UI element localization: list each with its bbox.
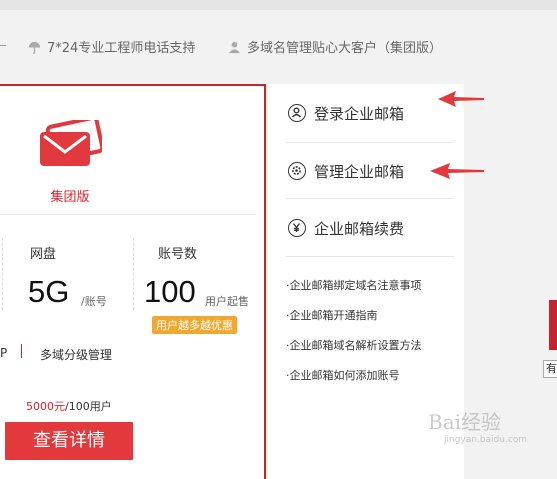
watermark-main: Bai经验 [428, 410, 502, 434]
support-text: 7*24专业工程师电话支持 [47, 41, 196, 56]
partial-button[interactable]: 有 [543, 360, 557, 378]
vip-item[interactable]: 多域名管理贴心大客户（集团版） [228, 37, 442, 56]
divider [286, 142, 454, 143]
divider [286, 198, 454, 199]
gear-icon [288, 162, 306, 180]
watermark-sub: jingyan.baidu.com [444, 435, 528, 445]
divider [2, 238, 3, 310]
menu-item-manage[interactable]: 管理企业邮箱 [288, 161, 404, 182]
support-item[interactable]: 7*24专业工程师电话支持 [28, 37, 195, 56]
menu-item-renew[interactable]: 企业邮箱续费 [288, 218, 404, 239]
disk-value: 5G [28, 274, 70, 309]
vip-text: 多域名管理贴心大客户（集团版） [247, 41, 443, 56]
help-link[interactable]: ·企业邮箱如何添加账号 [286, 367, 400, 383]
menu-label: 管理企业邮箱 [314, 163, 405, 181]
top-bar: 7*24专业工程师电话支持 多域名管理贴心大客户（集团版） [0, 10, 557, 82]
divider [21, 344, 22, 358]
person-icon [228, 41, 241, 54]
accounts-unit: 用户起售 [205, 295, 249, 308]
disk-unit: /账号 [81, 295, 107, 308]
product-card: 集团版 网盘 5G /账号 账号数 100 用户起售 用户越多越优惠 P 多域分… [0, 84, 266, 479]
divider [0, 214, 256, 215]
arrow-annotation-icon [438, 91, 484, 107]
price-amount: 5000元 [26, 400, 65, 413]
feature-right: 多域分级管理 [40, 348, 113, 362]
umbrella-icon [28, 41, 41, 54]
top-strip [0, 0, 557, 10]
divider [0, 45, 6, 46]
edition-label: 集团版 [50, 190, 90, 205]
side-banner [549, 300, 557, 350]
menu-label: 登录企业邮箱 [314, 105, 405, 123]
arrow-annotation-icon [430, 163, 484, 179]
divider [286, 256, 454, 257]
help-link[interactable]: ·企业邮箱开通指南 [286, 307, 378, 323]
price-unit: /100用户 [65, 400, 112, 413]
price-text: 5000元/100用户 [26, 398, 112, 414]
user-icon [288, 104, 306, 122]
promo-badge: 用户越多越优惠 [152, 316, 237, 334]
menu-item-login[interactable]: 登录企业邮箱 [288, 103, 404, 124]
view-details-button[interactable]: 查看详情 [5, 422, 133, 460]
divider [133, 238, 134, 310]
accounts-label: 账号数 [158, 247, 198, 262]
watermark: Bai经验 jingyan.baidu.com [428, 406, 527, 445]
accounts-value: 100 [144, 274, 196, 309]
disk-label: 网盘 [30, 247, 57, 262]
yen-icon [288, 219, 306, 237]
feature-left: P [0, 346, 8, 360]
help-link[interactable]: ·企业邮箱绑定域名注意事项 [286, 277, 422, 293]
envelope-icon [40, 120, 102, 166]
help-link[interactable]: ·企业邮箱域名解析设置方法 [286, 337, 422, 353]
menu-label: 企业邮箱续费 [314, 220, 405, 238]
